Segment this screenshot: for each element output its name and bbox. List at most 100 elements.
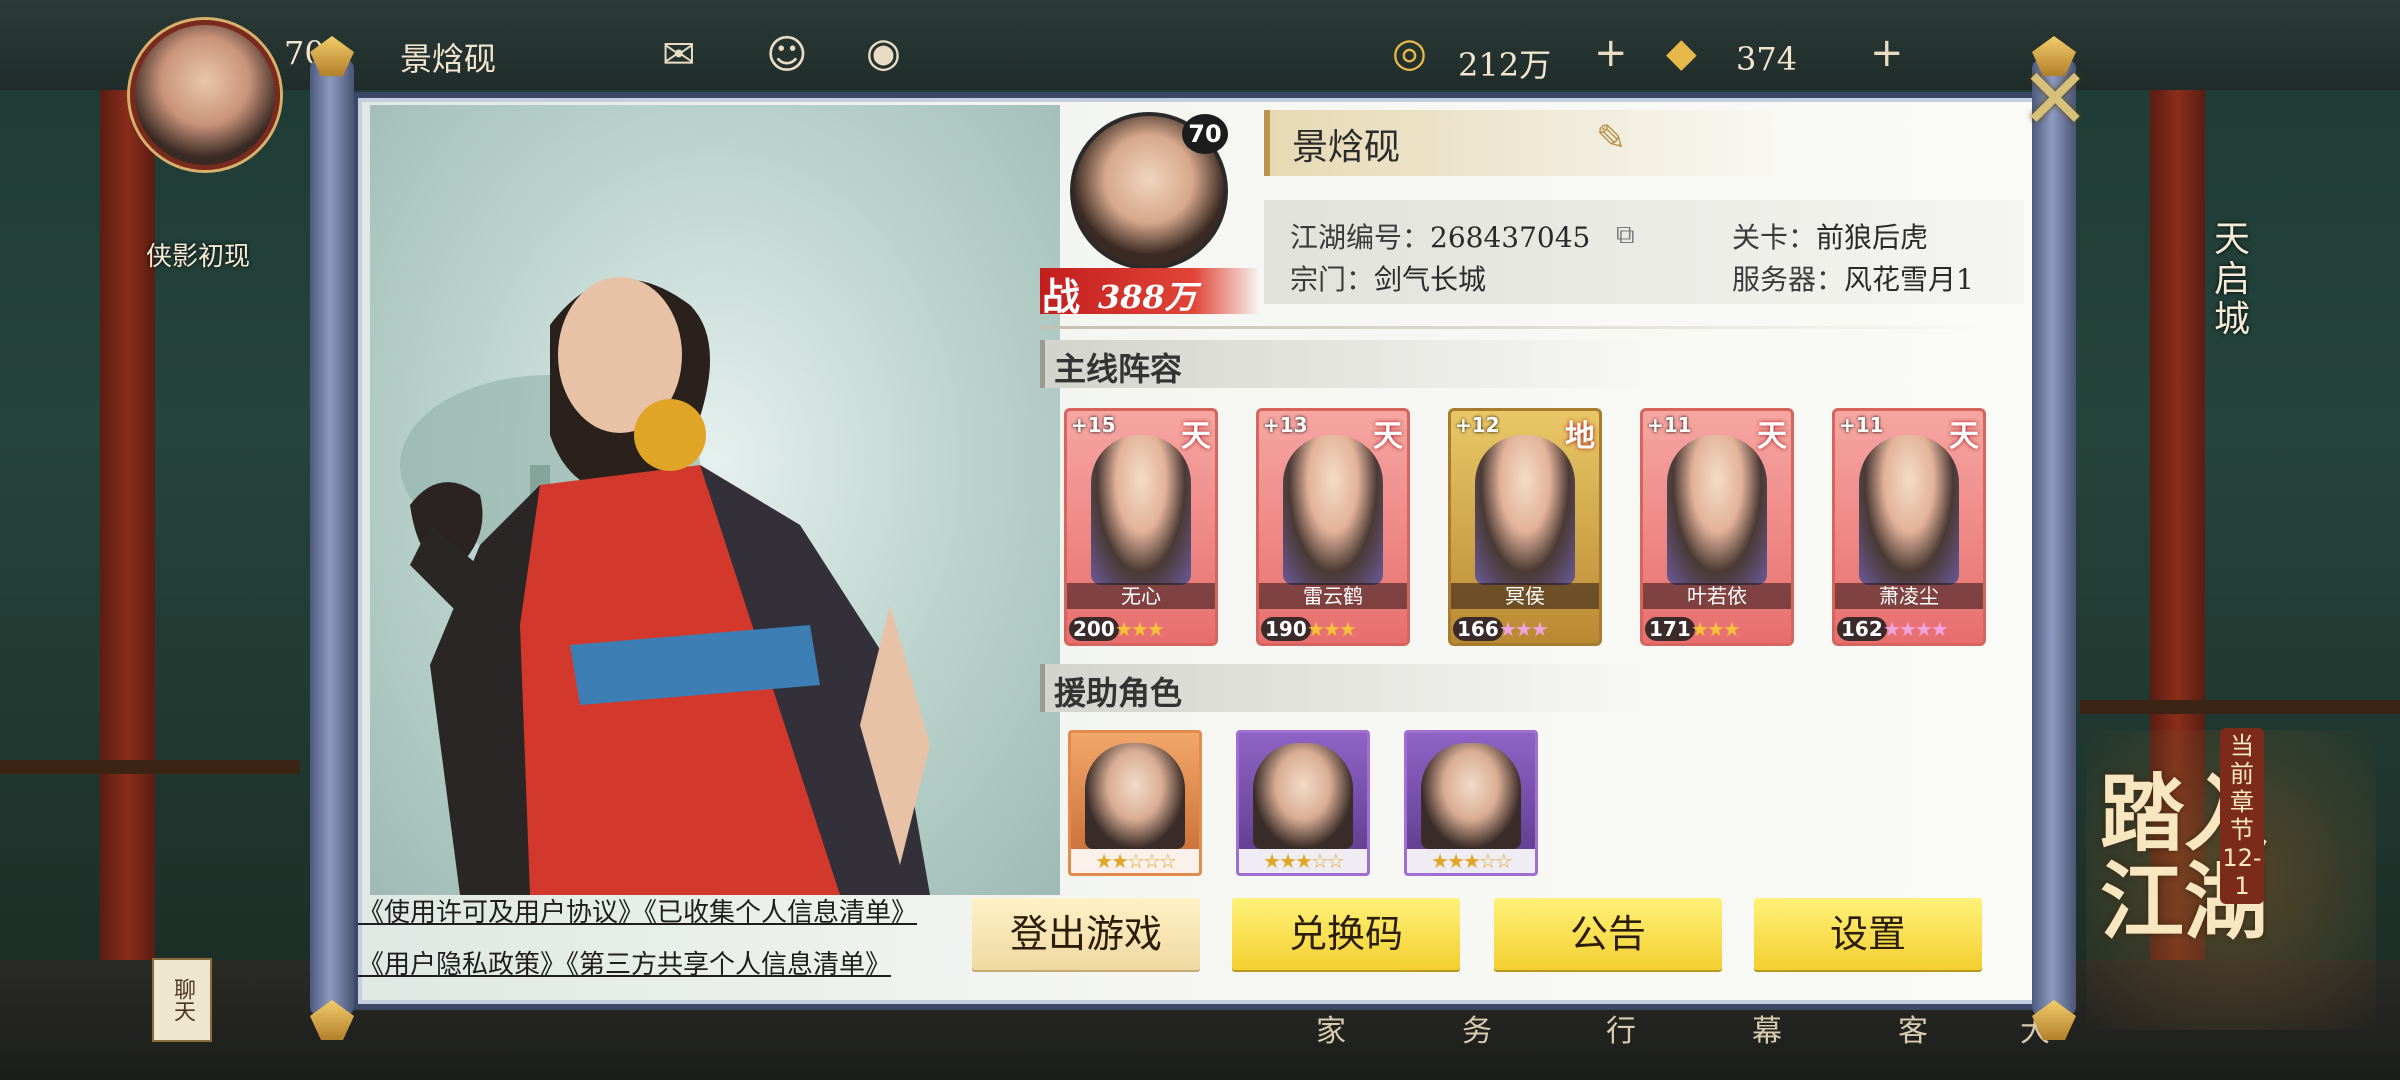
- server-label: 服务器：: [1732, 263, 1845, 296]
- view-icon[interactable]: ◉: [866, 30, 901, 76]
- hero-card[interactable]: +12 地 冥侯 166 ★★★: [1448, 408, 1602, 646]
- hero-level: 171: [1645, 617, 1695, 641]
- notice-button[interactable]: 公告: [1494, 898, 1722, 970]
- support-stars: ★★★☆☆: [1239, 849, 1367, 873]
- level-badge: 70: [1182, 114, 1228, 154]
- add-gold-icon[interactable]: +: [1870, 30, 1904, 76]
- copper-amount: 212万: [1458, 46, 1552, 84]
- id-value: 268437045: [1430, 221, 1591, 254]
- sect-row: 宗门：剑气长城: [1290, 258, 1486, 298]
- legal-links-row-1: 《使用许可及用户协议》《已收集个人信息清单》: [358, 892, 917, 929]
- event-label[interactable]: 侠影初现: [146, 236, 250, 273]
- logout-button[interactable]: 登出游戏: [972, 898, 1200, 970]
- hero-name: 冥侯: [1451, 583, 1599, 609]
- hero-plus: +12: [1455, 413, 1500, 437]
- hero-face: [1475, 435, 1575, 585]
- power-value: 388万: [1098, 278, 1197, 316]
- third-party-link[interactable]: 《第三方共享个人信息清单》: [566, 950, 891, 980]
- chapter-tag-label: 当前章节: [2230, 732, 2254, 844]
- divider: [1040, 326, 1990, 329]
- chapter-number: 12-1: [2222, 844, 2262, 900]
- stage-value: 前狼后虎: [1816, 221, 1929, 254]
- support-face: [1253, 743, 1353, 849]
- hero-grade: 天: [1373, 419, 1403, 454]
- stage-row: 关卡：前狼后虎: [1732, 216, 1928, 256]
- hero-grade: 地: [1565, 419, 1595, 454]
- hero-card[interactable]: +11 天 叶若依 171 ★★★: [1640, 408, 1794, 646]
- hero-level: 190: [1261, 617, 1311, 641]
- friends-icon[interactable]: ☺: [766, 32, 808, 78]
- hero-level: 162: [1837, 617, 1887, 641]
- id-row: 江湖编号：268437045: [1290, 216, 1590, 256]
- pillar-left: [100, 90, 155, 960]
- hero-face: [1667, 435, 1767, 585]
- settings-button[interactable]: 设置: [1754, 898, 1982, 970]
- copy-icon[interactable]: ⧉: [1616, 220, 1635, 251]
- power-label: 战: [1042, 274, 1081, 319]
- hero-level: 200: [1069, 617, 1119, 641]
- mail-icon[interactable]: ✉: [662, 32, 696, 78]
- hero-level: 166: [1453, 617, 1503, 641]
- sect-value: 剑气长城: [1374, 263, 1487, 296]
- hero-stars: ★★★: [1691, 617, 1741, 641]
- support-face: [1085, 743, 1185, 849]
- bottom-tab-3[interactable]: 行: [1606, 1006, 1636, 1050]
- server-value: 风花雪月1: [1844, 263, 1974, 296]
- gold-ingot-icon: ◆: [1666, 30, 1697, 76]
- hero-illustration: [400, 277, 930, 895]
- hero-card[interactable]: +11 天 萧凌尘 162 ★★★★: [1832, 408, 1986, 646]
- hero-plus: +11: [1647, 413, 1692, 437]
- support-card[interactable]: ★★★☆☆: [1236, 730, 1370, 876]
- hero-name: 无心: [1067, 583, 1215, 609]
- bottom-tab-1[interactable]: 家: [1316, 1006, 1346, 1050]
- main-lineup-title: 主线阵容: [1054, 350, 1183, 388]
- city-label[interactable]: 天启城: [2214, 220, 2258, 340]
- support-stars: ★★★☆☆: [1407, 849, 1535, 873]
- add-copper-icon[interactable]: +: [1594, 30, 1628, 76]
- hero-grade: 天: [1757, 419, 1787, 454]
- hero-plus: +15: [1071, 413, 1116, 437]
- support-card[interactable]: ★★★☆☆: [1404, 730, 1538, 876]
- player-name-top: 景焓砚: [400, 40, 497, 78]
- railing-left: [0, 760, 300, 774]
- license-link[interactable]: 《使用许可及用户协议》: [358, 898, 644, 928]
- hero-stars: ★★★: [1115, 617, 1165, 641]
- stage-label: 关卡：: [1732, 221, 1817, 254]
- redeem-code-button[interactable]: 兑换码: [1232, 898, 1460, 970]
- hero-face: [1091, 435, 1191, 585]
- bottom-tab-5[interactable]: 客: [1898, 1006, 1928, 1050]
- close-icon[interactable]: ✕: [2020, 57, 2090, 141]
- server-row: 服务器：风花雪月1: [1732, 258, 1974, 298]
- hero-stars: ★★★★: [1883, 617, 1949, 641]
- hero-name: 雷云鹤: [1259, 583, 1407, 609]
- hero-name: 叶若依: [1643, 583, 1791, 609]
- scroll-roller-right: [2032, 60, 2076, 1015]
- player-avatar-top[interactable]: [130, 20, 280, 170]
- hero-name: 萧凌尘: [1835, 583, 1983, 609]
- hero-card[interactable]: +13 天 雷云鹤 190 ★★★: [1256, 408, 1410, 646]
- hero-plus: +13: [1263, 413, 1308, 437]
- support-card[interactable]: ★★☆☆☆: [1068, 730, 1202, 876]
- railing-right: [2080, 700, 2400, 714]
- collected-info-link[interactable]: 《已收集个人信息清单》: [644, 898, 917, 928]
- hero-face: [1283, 435, 1383, 585]
- hero-face: [1859, 435, 1959, 585]
- id-label: 江湖编号：: [1290, 221, 1431, 254]
- hero-grade: 天: [1949, 419, 1979, 454]
- bottom-tab-4[interactable]: 幕: [1752, 1006, 1782, 1050]
- support-title: 援助角色: [1054, 674, 1183, 712]
- legal-links-row-2: 《用户隐私政策》《第三方共享个人信息清单》: [358, 944, 891, 981]
- edit-icon[interactable]: ✎: [1596, 120, 1634, 158]
- player-name: 景焓砚: [1292, 127, 1401, 168]
- hero-plus: +11: [1839, 413, 1884, 437]
- sect-label: 宗门：: [1290, 263, 1375, 296]
- chapter-tag: 当前章节 12-1: [2220, 728, 2264, 904]
- privacy-link[interactable]: 《用户隐私政策》: [358, 950, 566, 980]
- hero-grade: 天: [1181, 419, 1211, 454]
- hero-card[interactable]: +15 天 无心 200 ★★★: [1064, 408, 1218, 646]
- support-stars: ★★☆☆☆: [1071, 849, 1199, 873]
- scroll-roller-left: [310, 60, 354, 1015]
- bottom-tab-2[interactable]: 务: [1462, 1006, 1492, 1050]
- chat-button[interactable]: 聊天: [152, 958, 212, 1042]
- hero-stars: ★★★: [1499, 617, 1549, 641]
